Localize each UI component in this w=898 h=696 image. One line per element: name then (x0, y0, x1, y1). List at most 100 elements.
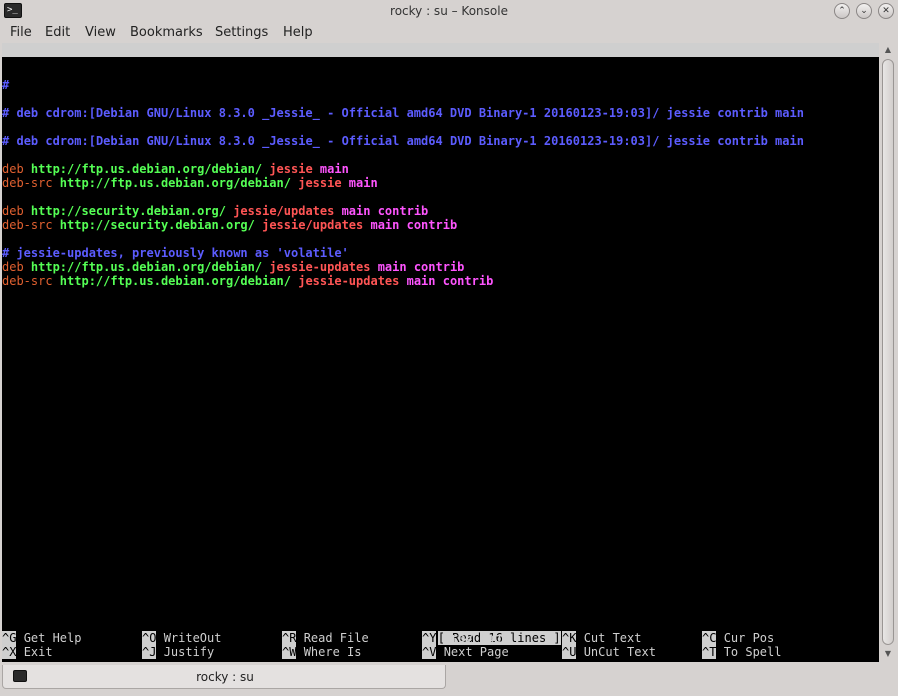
shortcut-exit[interactable]: ^X Exit (2, 645, 53, 659)
shortcut-label: Exit (23, 645, 53, 659)
file-line: deb http://security.debian.org/ jessie/u… (2, 204, 428, 218)
line-segment-deb: deb (2, 204, 31, 218)
chevron-up-icon: ⌃ (838, 6, 846, 16)
shortcut-next-page[interactable]: ^V Next Page (422, 645, 509, 659)
shortcut-key: ^G (2, 631, 17, 645)
shortcut-get-help[interactable]: ^G Get Help (2, 631, 81, 645)
shortcut-where-is[interactable]: ^W Where Is (282, 645, 361, 659)
shortcut-prev-page[interactable]: ^Y Prev Page (422, 631, 509, 645)
nano-modified-flag: Modified (808, 85, 866, 99)
shortcut-key: ^W (282, 645, 297, 659)
line-segment-deb: deb (2, 162, 31, 176)
menu-help[interactable]: Help (283, 24, 313, 41)
shortcut-key: ^U (562, 645, 577, 659)
shortcut-label: Get Help (23, 631, 82, 645)
status-message-row: [ Read 16 lines ] (380, 617, 561, 645)
line-segment-deb: deb-src (2, 218, 60, 232)
line-segment-url: http://ftp.us.debian.org/debian/ (30, 260, 270, 274)
menu-settings[interactable]: Settings (215, 24, 268, 41)
file-line: # (2, 78, 9, 92)
shortcut-to-spell[interactable]: ^T To Spell (702, 645, 781, 659)
shortcut-key: ^V (422, 645, 437, 659)
shortcut-label: Cur Pos (723, 631, 775, 645)
menu-bookmarks[interactable]: Bookmarks (130, 24, 203, 41)
file-line: # deb cdrom:[Debian GNU/Linux 8.3.0 _Jes… (2, 106, 804, 120)
shortcut-label: To Spell (723, 645, 782, 659)
scroll-thumb[interactable] (882, 59, 894, 645)
shortcut-key: ^K (562, 631, 577, 645)
file-line: deb-src http://ftp.us.debian.org/debian/… (2, 274, 493, 288)
menu-bar: File Edit View Bookmarks Settings Help (0, 22, 898, 43)
line-segment-deb: deb (2, 260, 31, 274)
line-segment-comment: deb cdrom:[Debian GNU/Linux 8.3.0 _Jessi… (16, 134, 804, 148)
file-line: deb http://ftp.us.debian.org/debian/ jes… (2, 260, 464, 274)
shortcut-key: ^T (702, 645, 717, 659)
menu-edit[interactable]: Edit (45, 24, 70, 41)
shortcut-label: Cut Text (583, 631, 642, 645)
line-segment-url: http://ftp.us.debian.org/debian/ (59, 176, 299, 190)
menu-file[interactable]: File (10, 24, 32, 41)
line-segment-comp: main (348, 176, 378, 190)
file-line: deb-src http://ftp.us.debian.org/debian/… (2, 176, 378, 190)
shortcut-key: ^J (142, 645, 157, 659)
tab-session[interactable]: rocky : su (2, 665, 446, 689)
file-line: deb-src http://security.debian.org/ jess… (2, 218, 457, 232)
shortcut-label: UnCut Text (583, 645, 656, 659)
shortcut-uncut-text[interactable]: ^U UnCut Text (562, 645, 656, 659)
line-segment-suite: jessie/updates (233, 204, 342, 218)
chevron-down-icon: ⌄ (860, 6, 868, 16)
shortcut-label: Where Is (303, 645, 362, 659)
shortcut-cur-pos[interactable]: ^C Cur Pos (702, 631, 774, 645)
shortcut-cut-text[interactable]: ^K Cut Text (562, 631, 641, 645)
line-segment-url: http://security.debian.org/ (30, 204, 234, 218)
tab-bar: rocky : su (0, 664, 898, 696)
shortcut-writeout[interactable]: ^O WriteOut (142, 631, 221, 645)
minimize-button[interactable]: ⌄ (856, 3, 872, 19)
line-segment-comp: main (319, 162, 349, 176)
shortcut-justify[interactable]: ^J Justify (142, 645, 214, 659)
line-segment-url: http://ftp.us.debian.org/debian/ (59, 274, 299, 288)
shortcut-label: WriteOut (163, 631, 222, 645)
line-segment-comment: # deb cdrom:[Debian GNU/Linux 8.3.0 _Jes… (2, 106, 804, 120)
shortcut-key: ^Y (422, 631, 437, 645)
shortcut-label: Next Page (443, 645, 509, 659)
scroll-up-arrow-icon[interactable]: ▲ (881, 43, 895, 57)
shortcut-label: Prev Page (443, 631, 509, 645)
line-segment-comp: main contrib (377, 260, 465, 274)
shortcut-key: ^C (702, 631, 717, 645)
line-segment-url: http://security.debian.org/ (59, 218, 263, 232)
menu-view[interactable]: View (85, 24, 116, 41)
nano-filename: File: /etc/apt/sources.list (290, 71, 486, 85)
title-bar[interactable]: >_ rocky : su – Konsole ⌃ ⌄ ✕ (0, 0, 898, 22)
terminal-area[interactable]: GNU nano 2.2.6 File: /etc/apt/sources.li… (2, 43, 879, 662)
file-line: deb http://ftp.us.debian.org/debian/ jes… (2, 162, 349, 176)
file-line: # jessie-updates, previously known as 'v… (2, 246, 349, 260)
line-segment-comment: # (2, 78, 10, 92)
window-title: rocky : su – Konsole (390, 4, 508, 18)
shortcut-key: ^O (142, 631, 157, 645)
line-segment-suite: jessie-updates (298, 274, 407, 288)
shortcut-key: ^R (282, 631, 297, 645)
shortcut-key: ^X (2, 645, 17, 659)
shortcut-label: Justify (163, 645, 215, 659)
konsole-window: >_ rocky : su – Konsole ⌃ ⌄ ✕ File Edit … (0, 0, 898, 696)
line-segment-comment: # jessie-updates, previously known as 'v… (2, 246, 349, 260)
line-segment-comp: main contrib (406, 274, 494, 288)
nano-header: GNU nano 2.2.6 File: /etc/apt/sources.li… (2, 43, 879, 99)
close-icon: ✕ (882, 6, 890, 16)
vertical-scrollbar[interactable]: ▲ ▼ (880, 43, 896, 662)
nano-version: GNU nano 2.2.6 (2, 57, 118, 71)
line-segment-comp: main contrib (341, 204, 429, 218)
line-segment-comp: main contrib (370, 218, 458, 232)
file-line: # deb cdrom:[Debian GNU/Linux 8.3.0 _Jes… (2, 134, 804, 148)
scroll-down-arrow-icon[interactable]: ▼ (881, 647, 895, 661)
shortcut-read-file[interactable]: ^R Read File (282, 631, 369, 645)
line-segment-suite: jessie (298, 176, 349, 190)
line-segment-suite: jessie-updates (269, 260, 378, 274)
help-button[interactable]: ⌃ (834, 3, 850, 19)
line-segment-url: http://ftp.us.debian.org/debian/ (30, 162, 270, 176)
close-button[interactable]: ✕ (878, 3, 894, 19)
line-segment-deb: deb-src (2, 176, 60, 190)
line-segment-suite: jessie (269, 162, 320, 176)
shortcut-label: Read File (303, 631, 369, 645)
